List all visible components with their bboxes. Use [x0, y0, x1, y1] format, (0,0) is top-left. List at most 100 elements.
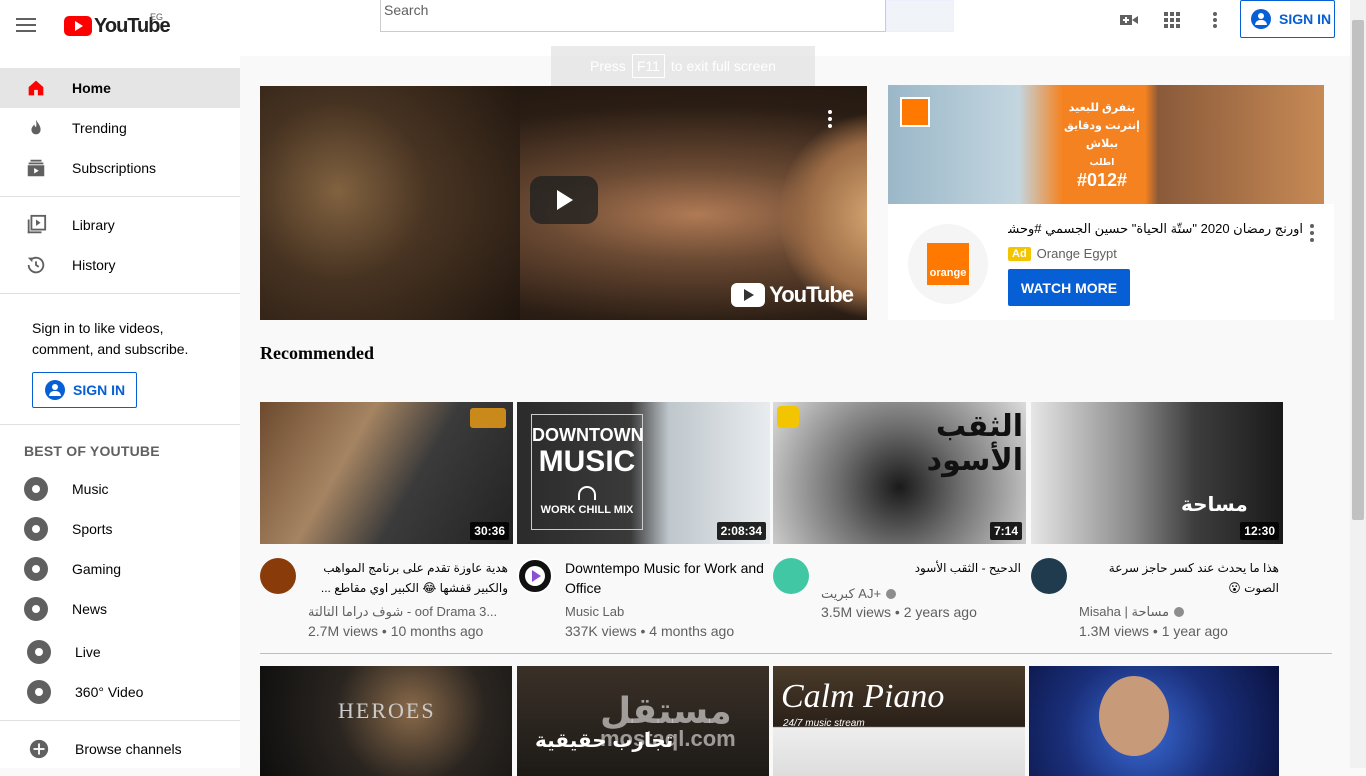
signin-prompt: Sign in to like videos, comment, and sub… — [32, 320, 189, 357]
ad-more-icon[interactable] — [1310, 224, 1314, 245]
site-watermark-url: mostaql.com — [600, 726, 736, 751]
video-meta: 1.3M views • 1 year ago — [1079, 623, 1228, 639]
ad-advertiser-line: Ad Orange Egypt — [1008, 246, 1117, 261]
video-thumbnail[interactable]: الثقب الأسود 7:14 — [773, 402, 1026, 544]
advertiser-name[interactable]: Orange Egypt — [1037, 246, 1117, 261]
play-icon[interactable] — [530, 176, 598, 224]
news-icon — [24, 597, 48, 621]
search-input[interactable]: Search — [380, 0, 886, 32]
region-code: EG — [150, 12, 164, 22]
channel-avatar[interactable] — [1031, 558, 1067, 594]
video-thumbnail[interactable]: Calm Piano 24/7 music stream — [773, 666, 1025, 776]
sidebar-sign-in-button[interactable]: SIGN IN — [32, 372, 137, 408]
channel-name[interactable]: شوف دراما التالتة - oof Drama 3... — [308, 604, 513, 620]
ad-info-panel: orange اورنج رمضان 2020 "ستّة الحياة" حس… — [888, 204, 1334, 320]
channel-avatar[interactable] — [260, 558, 296, 594]
video-thumbnail[interactable]: HEROES — [260, 666, 512, 776]
apps-icon[interactable] — [1160, 8, 1184, 32]
channel-name[interactable]: Misaha | مساحة — [1079, 604, 1284, 620]
verified-check-icon — [886, 589, 897, 599]
ad-title[interactable]: اورنج رمضان 2020 "ستّة الحياة" حسين الجس… — [1008, 221, 1303, 237]
music-icon — [24, 477, 48, 501]
sidebar-item-browse-channels[interactable]: Browse channels — [0, 729, 240, 768]
video-title[interactable]: هذا ما يحدث عند كسر حاجز سرعة الصوت 😮 — [1079, 558, 1279, 598]
row-divider — [260, 653, 1332, 654]
watch-more-button[interactable]: WATCH MORE — [1008, 269, 1130, 306]
library-icon — [24, 213, 48, 237]
settings-kebab-icon[interactable] — [1203, 8, 1227, 32]
sidebar-item-subscriptions[interactable]: Subscriptions — [0, 148, 240, 188]
scrollbar[interactable] — [1350, 0, 1366, 768]
sidebar-divider — [0, 293, 240, 294]
channel-avatar[interactable] — [517, 558, 553, 594]
video-card[interactable]: DOWNTOWN MUSIC WORK CHILL MIX 2:08:34 Do… — [517, 402, 770, 642]
youtube-logo[interactable]: YouTube EG — [64, 12, 171, 38]
video-card[interactable]: 30:36 هدية عاوزة تقدم على برنامج المواهب… — [260, 402, 513, 642]
account-icon — [1251, 9, 1271, 29]
thumbnail-title-box: DOWNTOWN MUSIC WORK CHILL MIX — [531, 414, 644, 530]
video-frame-background — [260, 86, 520, 320]
trending-flame-icon — [24, 116, 48, 140]
video-meta: 3.5M views • 2 years ago — [821, 604, 977, 620]
sidebar-item-home[interactable]: Home — [0, 68, 240, 108]
thumbnail-subject — [1099, 676, 1169, 756]
account-icon — [45, 380, 65, 400]
video-duration: 2:08:34 — [716, 522, 766, 540]
gaming-icon — [24, 557, 48, 581]
scrollbar-thumb[interactable] — [1352, 20, 1364, 520]
orange-logo: orange — [927, 243, 969, 285]
orange-logo-small — [900, 97, 930, 127]
sidebar: Home Trending Subscriptions Library Hist… — [0, 56, 240, 768]
video-meta: 2.7M views • 10 months ago — [308, 623, 484, 639]
subscriptions-icon — [24, 156, 48, 180]
sidebar-item-music[interactable]: Music — [0, 469, 240, 509]
video-thumbnail[interactable]: DOWNTOWN MUSIC WORK CHILL MIX 2:08:34 — [517, 402, 770, 544]
menu-icon[interactable] — [14, 14, 38, 38]
ad-banner-text: بتفرق للبعيد إنترنت ودقايق ببلاش اطلب #0… — [1064, 102, 1140, 190]
sidebar-item-library[interactable]: Library — [0, 205, 240, 245]
live-icon — [27, 640, 51, 664]
ad-badge: Ad — [1008, 246, 1031, 261]
section-title-recommended: Recommended — [260, 343, 374, 363]
video-title[interactable]: هدية عاوزة تقدم على برنامج المواهب والكب… — [308, 558, 508, 598]
history-icon — [24, 253, 48, 277]
sidebar-item-sports[interactable]: Sports — [0, 509, 240, 549]
player-more-icon[interactable] — [828, 110, 832, 131]
thumbnail-title: مساحة — [1181, 494, 1248, 516]
sidebar-item-trending[interactable]: Trending — [0, 108, 240, 148]
video-duration: 30:36 — [470, 522, 509, 540]
search-placeholder: Search — [384, 2, 429, 18]
channel-name[interactable]: Music Lab — [565, 604, 770, 619]
youtube-play-icon — [731, 283, 766, 307]
video-duration: 7:14 — [989, 522, 1022, 540]
sign-in-button[interactable]: SIGN IN — [1240, 0, 1335, 38]
sidebar-item-history[interactable]: History — [0, 245, 240, 285]
advertiser-avatar[interactable]: orange — [908, 224, 988, 304]
thumbnail-title: الثقب الأسود — [926, 410, 1023, 477]
youtube-play-icon — [64, 16, 92, 36]
sidebar-item-gaming[interactable]: Gaming — [0, 549, 240, 589]
ad-banner-image[interactable]: بتفرق للبعيد إنترنت ودقايق ببلاش اطلب #0… — [888, 85, 1324, 204]
youtube-watermark: YouTube — [731, 282, 854, 308]
video-duration: 12:30 — [1240, 522, 1279, 540]
fullscreen-hint: Press F11 to exit full screen — [551, 46, 815, 86]
sidebar-item-live[interactable]: Live — [0, 632, 240, 672]
video-thumbnail[interactable] — [1029, 666, 1279, 776]
video-thumbnail[interactable]: مساحة 12:30 — [1031, 402, 1283, 544]
search-button[interactable] — [886, 0, 954, 32]
ad-video-player[interactable]: YouTube — [260, 86, 867, 320]
video-card[interactable]: الثقب الأسود 7:14 الدحيح - الثقب الأسود … — [773, 402, 1026, 642]
channel-name[interactable]: كبريت AJ+ — [821, 586, 1026, 602]
video-title[interactable]: Downtempo Music for Work and Office — [565, 558, 765, 598]
create-video-icon[interactable] — [1117, 8, 1141, 32]
sidebar-item-360-video[interactable]: 360° Video — [0, 672, 240, 712]
channel-watermark-icon — [470, 408, 506, 428]
sports-icon — [24, 517, 48, 541]
video-title[interactable]: الدحيح - الثقب الأسود — [821, 558, 1021, 578]
video-thumbnail[interactable]: 30:36 — [260, 402, 513, 544]
verified-check-icon — [1174, 607, 1185, 617]
sidebar-item-news[interactable]: News — [0, 589, 240, 629]
channel-watermark-icon — [777, 406, 799, 428]
video-card[interactable]: مساحة 12:30 هذا ما يحدث عند كسر حاجز سرع… — [1031, 402, 1284, 642]
channel-avatar[interactable] — [773, 558, 809, 594]
